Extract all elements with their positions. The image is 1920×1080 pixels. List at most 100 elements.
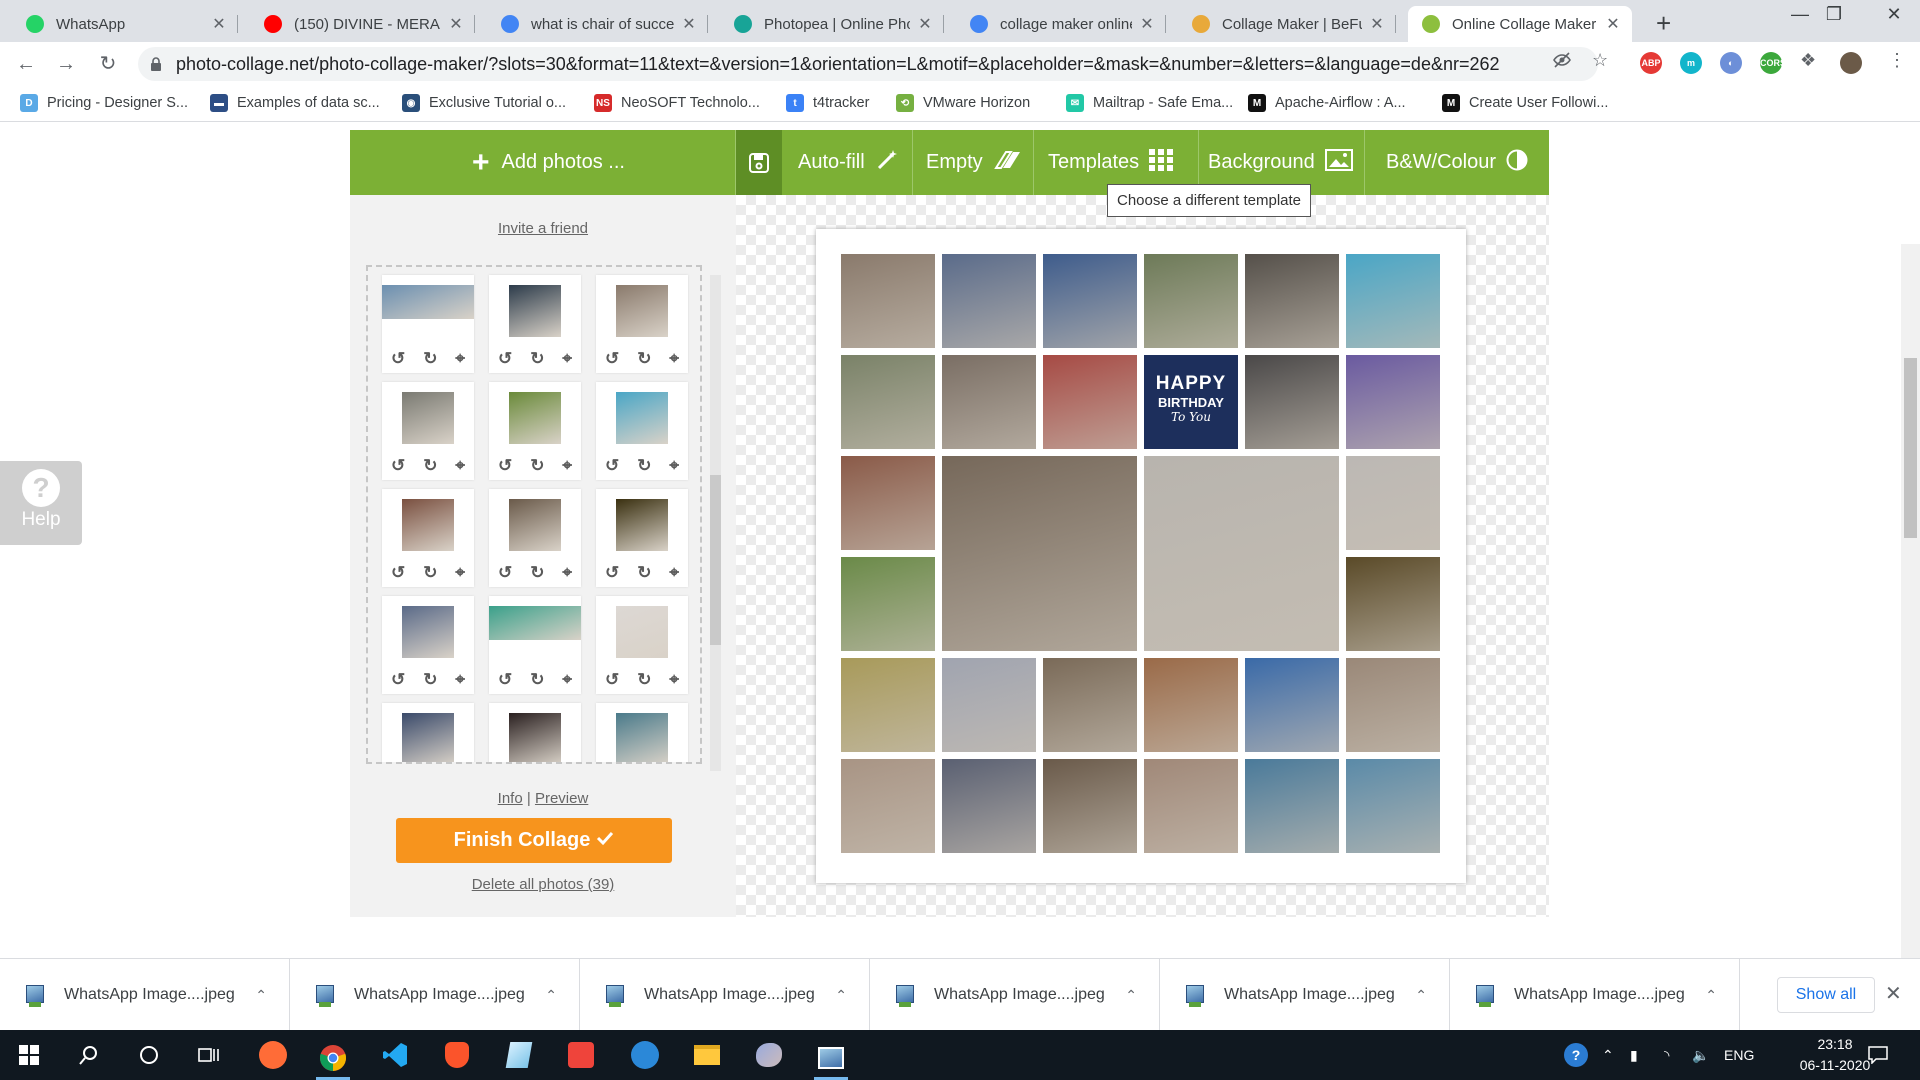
extensions-puzzle-icon[interactable]: ❖: [1800, 50, 1816, 71]
collage-photo-slot[interactable]: [942, 456, 1137, 651]
restore-icon[interactable]: ❐: [1814, 4, 1854, 25]
collage-photo-slot[interactable]: [942, 254, 1036, 348]
help-button[interactable]: ? Help: [0, 461, 82, 545]
collage-photo-slot[interactable]: [1245, 355, 1339, 449]
windows-start-icon[interactable]: [12, 1038, 46, 1072]
crop-icon[interactable]: ⌖: [455, 670, 465, 690]
postman-icon[interactable]: [256, 1038, 290, 1072]
collage-photo-slot[interactable]: [841, 557, 935, 651]
collage-photo-slot[interactable]: [1346, 355, 1440, 449]
bookmark-item[interactable]: t t4tracker: [786, 94, 869, 112]
tray-chevron-icon[interactable]: ⌃: [1602, 1030, 1614, 1080]
photo-thumbnail[interactable]: ↺↻⌖: [382, 382, 474, 480]
rotate-right-icon[interactable]: ↻: [637, 456, 651, 476]
download-item[interactable]: WhatsApp Image....jpeg ⌃: [290, 959, 580, 1031]
crop-icon[interactable]: ⌖: [455, 563, 465, 583]
rotate-right-icon[interactable]: ↻: [530, 349, 544, 369]
rotate-right-icon[interactable]: ↻: [423, 349, 437, 369]
info-link[interactable]: Info: [498, 790, 523, 807]
volume-icon[interactable]: 🔈: [1692, 1030, 1709, 1080]
rotate-left-icon[interactable]: ↺: [391, 670, 405, 690]
address-bar[interactable]: photo-collage.net/photo-collage-maker/?s…: [138, 47, 1598, 81]
help-tray-icon[interactable]: ?: [1564, 1030, 1588, 1080]
bw-colour-button[interactable]: B&W/Colour: [1386, 130, 1528, 195]
tab[interactable]: Photopea | Online Phot ✕: [720, 6, 944, 42]
extension-icon[interactable]: CORS: [1760, 52, 1786, 74]
preview-link[interactable]: Preview: [535, 790, 588, 807]
collage-photo-slot[interactable]: [1245, 658, 1339, 752]
photo-thumbnail[interactable]: ↺↻⌖: [596, 703, 688, 762]
crop-icon[interactable]: ⌖: [562, 563, 572, 583]
teams-icon[interactable]: [628, 1038, 662, 1072]
chrome-icon[interactable]: [316, 1038, 350, 1080]
crop-icon[interactable]: ⌖: [455, 349, 465, 369]
close-window-icon[interactable]: ✕: [1874, 4, 1914, 25]
collage-photo-slot[interactable]: [1144, 254, 1238, 348]
photos-icon[interactable]: [814, 1038, 848, 1080]
collage-photo-slot[interactable]: [1346, 254, 1440, 348]
task-view-icon[interactable]: [192, 1038, 226, 1072]
download-item[interactable]: WhatsApp Image....jpeg ⌃: [580, 959, 870, 1031]
bookmark-item[interactable]: ⟲ VMware Horizon: [896, 94, 1030, 112]
rotate-left-icon[interactable]: ↺: [605, 456, 619, 476]
tab[interactable]: what is chair of success ✕: [487, 6, 708, 42]
tab[interactable]: (150) DIVINE - MERA B ✕: [250, 6, 475, 42]
rotate-right-icon[interactable]: ↻: [423, 563, 437, 583]
collage-photo-slot[interactable]: [1346, 557, 1440, 651]
photo-thumbnail[interactable]: ↺↻⌖: [596, 275, 688, 373]
download-item[interactable]: WhatsApp Image....jpeg ⌃: [0, 959, 290, 1031]
bookmark-item[interactable]: M Create User Followi...: [1442, 94, 1608, 112]
rotate-left-icon[interactable]: ↺: [391, 456, 405, 476]
collage-photo-slot[interactable]: [942, 355, 1036, 449]
extension-icon[interactable]: ◐: [1720, 52, 1742, 74]
auto-fill-button[interactable]: Auto-fill: [798, 130, 899, 195]
collage-photo-slot[interactable]: [841, 759, 935, 853]
battery-icon[interactable]: ▮: [1630, 1030, 1638, 1080]
notepad-icon[interactable]: [502, 1038, 536, 1072]
photo-thumbnail[interactable]: ↺ ↻ ⌖: [382, 275, 474, 373]
anydesk-icon[interactable]: [564, 1038, 598, 1072]
tab-close-icon[interactable]: ✕: [680, 14, 698, 34]
collage-photo-slot[interactable]: [841, 658, 935, 752]
rotate-left-icon[interactable]: ↺: [391, 349, 405, 369]
crop-icon[interactable]: ⌖: [562, 456, 572, 476]
bookmark-item[interactable]: D Pricing - Designer S...: [20, 94, 188, 112]
tab-close-icon[interactable]: ✕: [1368, 14, 1386, 34]
photo-thumbnail[interactable]: ↺ ↻ ⌖: [596, 596, 688, 694]
save-icon[interactable]: [736, 130, 782, 195]
tab-close-icon[interactable]: ✕: [210, 14, 228, 34]
download-item[interactable]: WhatsApp Image....jpeg ⌃: [1450, 959, 1740, 1031]
tab[interactable]: collage maker online - ✕: [956, 6, 1166, 42]
rotate-right-icon[interactable]: ↻: [530, 456, 544, 476]
eye-off-icon[interactable]: [1552, 50, 1572, 75]
invite-friend-link[interactable]: Invite a friend: [350, 220, 736, 237]
reload-icon[interactable]: ↻: [94, 50, 122, 78]
rotate-right-icon[interactable]: ↻: [637, 670, 651, 690]
crop-icon[interactable]: ⌖: [669, 670, 679, 690]
vscode-icon[interactable]: [378, 1038, 412, 1072]
photo-thumbnail[interactable]: ↺↻⌖: [596, 489, 688, 587]
cortana-icon[interactable]: [132, 1038, 166, 1072]
rotate-left-icon[interactable]: ↺: [498, 563, 512, 583]
finish-collage-button[interactable]: Finish Collage: [396, 818, 672, 863]
brave-icon[interactable]: [440, 1038, 474, 1072]
crop-icon[interactable]: ⌖: [455, 456, 465, 476]
bookmark-item[interactable]: ▬ Examples of data sc...: [210, 94, 380, 112]
tab-close-icon[interactable]: ✕: [1604, 14, 1622, 34]
chevron-up-icon[interactable]: ⌃: [255, 987, 267, 1004]
collage-photo-slot[interactable]: [942, 658, 1036, 752]
rotate-right-icon[interactable]: ↻: [637, 349, 651, 369]
photo-thumbnail[interactable]: ↺↻⌖: [382, 596, 474, 694]
paint-icon[interactable]: [752, 1038, 786, 1072]
collage-photo-slot[interactable]: [841, 355, 935, 449]
chevron-up-icon[interactable]: ⌃: [1415, 987, 1427, 1004]
collage-photo-slot[interactable]: [1043, 254, 1137, 348]
delete-all-photos-link[interactable]: Delete all photos (39): [350, 876, 736, 893]
photo-thumbnail[interactable]: ↺↻⌖: [382, 489, 474, 587]
rotate-right-icon[interactable]: ↻: [530, 563, 544, 583]
photo-thumbnail[interactable]: ↺↻⌖: [489, 703, 581, 762]
download-item[interactable]: WhatsApp Image....jpeg ⌃: [870, 959, 1160, 1031]
rotate-left-icon[interactable]: ↺: [605, 670, 619, 690]
chevron-up-icon[interactable]: ⌃: [1705, 987, 1717, 1004]
rotate-left-icon[interactable]: ↺: [498, 349, 512, 369]
